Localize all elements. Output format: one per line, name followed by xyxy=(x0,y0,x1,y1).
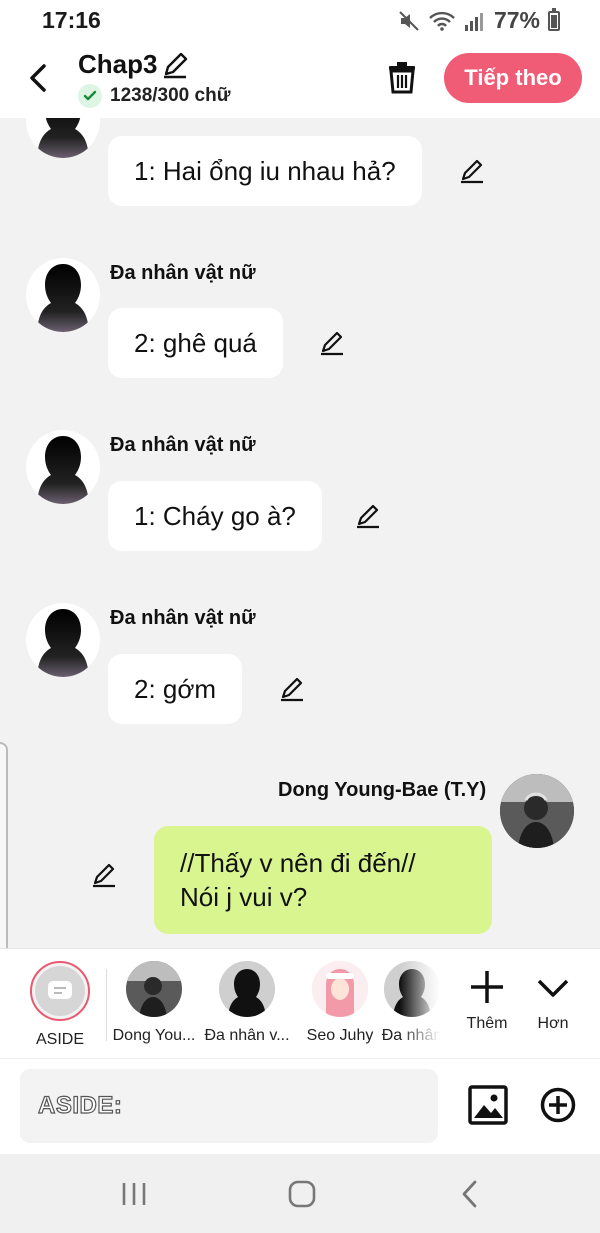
check-icon xyxy=(78,84,102,108)
character-label: ASIDE xyxy=(35,1031,84,1048)
character-selector: ASIDE Dong You... Đa nhân v... Seo Juhy … xyxy=(0,948,600,1059)
status-bar: 17:16 77% xyxy=(0,0,600,40)
mute-icon xyxy=(399,10,419,31)
character-silhouette[interactable]: Đa nhân v... xyxy=(202,961,292,1045)
editor-header: Chap3 1238/300 chữ Tiếp theo xyxy=(0,40,600,118)
edit-message-pencil-icon[interactable] xyxy=(318,329,346,357)
message-line: //Thấy v nên đi đến// xyxy=(180,848,416,878)
status-time: 17:16 xyxy=(42,7,101,33)
scroll-handle[interactable] xyxy=(0,742,8,972)
character-aside[interactable]: ASIDE xyxy=(15,961,105,1049)
message-text: 1: Hai ổng iu nhau hả? xyxy=(134,155,396,186)
signal-icon xyxy=(464,12,483,31)
wifi-icon xyxy=(429,11,455,31)
avatar-silhouette xyxy=(219,961,275,1017)
sender-name: Dong Young-Bae (T.Y) xyxy=(278,779,487,801)
message-line: Nói j vui v? xyxy=(180,882,308,912)
word-count-text: 1238/300 chữ xyxy=(110,85,231,106)
message-text: 2: gớm xyxy=(134,673,217,704)
message-bubble[interactable]: 1: Hai ổng iu nhau hả? xyxy=(108,136,422,206)
avatar-seo xyxy=(312,961,368,1017)
edit-message-pencil-icon[interactable] xyxy=(458,157,486,185)
character-dong[interactable]: Dong You... xyxy=(109,961,199,1045)
image-icon[interactable] xyxy=(468,1085,508,1125)
avatar xyxy=(26,118,100,158)
next-button[interactable]: Tiếp theo xyxy=(444,53,582,103)
composer: ASIDE: xyxy=(0,1058,600,1154)
message-text: 2: ghê quá xyxy=(134,327,257,358)
plus-icon xyxy=(471,971,503,1003)
more-button[interactable]: Hơn xyxy=(523,961,583,1033)
scroll-fade xyxy=(400,949,448,1059)
add-label: Thêm xyxy=(466,1015,508,1032)
system-back-icon[interactable] xyxy=(450,1178,490,1210)
character-label: Dong You... xyxy=(112,1027,196,1044)
status-icons: 77% xyxy=(398,7,560,34)
home-icon[interactable] xyxy=(282,1178,322,1210)
trash-icon[interactable] xyxy=(386,60,418,94)
message-input[interactable]: ASIDE: xyxy=(20,1069,438,1143)
message-bubble[interactable]: 2: gớm xyxy=(108,654,243,724)
message-list: 1: Hai ổng iu nhau hả? Đa nhân vật nữ 2:… xyxy=(0,118,600,948)
avatar xyxy=(500,774,574,848)
aside-icon xyxy=(30,961,90,1021)
message-bubble[interactable]: 2: ghê quá xyxy=(108,308,283,378)
sender-name: Đa nhân vật nữ xyxy=(110,607,256,629)
character-label: Đa nhân v... xyxy=(204,1027,290,1044)
edit-message-pencil-icon[interactable] xyxy=(90,861,118,889)
battery-percent: 77% xyxy=(493,7,540,33)
message-bubble-own[interactable]: //Thấy v nên đi đến// Nói j vui v? xyxy=(154,826,492,934)
back-arrow-icon[interactable] xyxy=(22,58,54,98)
avatar xyxy=(26,258,100,332)
chevron-down-icon xyxy=(537,979,569,997)
battery-icon xyxy=(548,7,560,31)
system-nav-bar xyxy=(0,1154,600,1233)
add-character-button[interactable]: Thêm xyxy=(457,961,517,1033)
more-label: Hơn xyxy=(537,1015,569,1032)
message-bubble[interactable]: 1: Cháy go à? xyxy=(108,481,322,551)
add-circle-icon[interactable] xyxy=(540,1087,576,1123)
edit-title-pencil-icon[interactable] xyxy=(160,50,190,80)
chapter-title[interactable]: Chap3 xyxy=(78,49,157,80)
avatar xyxy=(26,603,100,677)
input-prefix: ASIDE: xyxy=(37,1091,123,1119)
avatar-dong xyxy=(126,961,182,1017)
edit-message-pencil-icon[interactable] xyxy=(354,502,382,530)
sender-name: Đa nhân vật nữ xyxy=(110,434,256,456)
edit-message-pencil-icon[interactable] xyxy=(278,675,306,703)
recent-apps-icon[interactable] xyxy=(114,1178,154,1210)
divider xyxy=(106,969,107,1041)
word-count: 1238/300 chữ xyxy=(78,84,230,108)
avatar xyxy=(26,430,100,504)
sender-name: Đa nhân vật nữ xyxy=(110,262,256,284)
message-text: 1: Cháy go à? xyxy=(134,500,296,531)
